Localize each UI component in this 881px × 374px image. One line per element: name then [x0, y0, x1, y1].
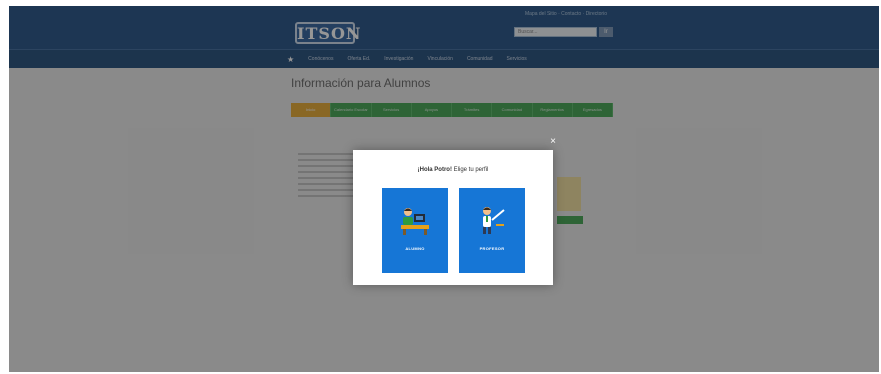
modal-subtitle: Elige tu perfil	[451, 167, 489, 173]
browser-viewport: Mapa del Sitio · Contacto · Directorio I…	[9, 6, 879, 372]
teacher-writing-icon	[483, 207, 505, 234]
alumno-label: ALUMNO	[405, 246, 425, 251]
close-icon[interactable]: ×	[548, 137, 558, 147]
profesor-label: PROFESOR	[479, 246, 505, 251]
alumno-profile-button[interactable]: ALUMNO	[382, 188, 448, 273]
profesor-profile-button[interactable]: PROFESOR	[459, 188, 525, 273]
profile-modal: × ¡Hola Potro! Elige tu perfil ALUMNO PR…	[353, 137, 556, 285]
modal-title: ¡Hola Potro! Elige tu perfil	[353, 167, 553, 173]
student-at-desk-icon	[401, 208, 429, 235]
modal-greeting: ¡Hola Potro!	[417, 167, 452, 173]
